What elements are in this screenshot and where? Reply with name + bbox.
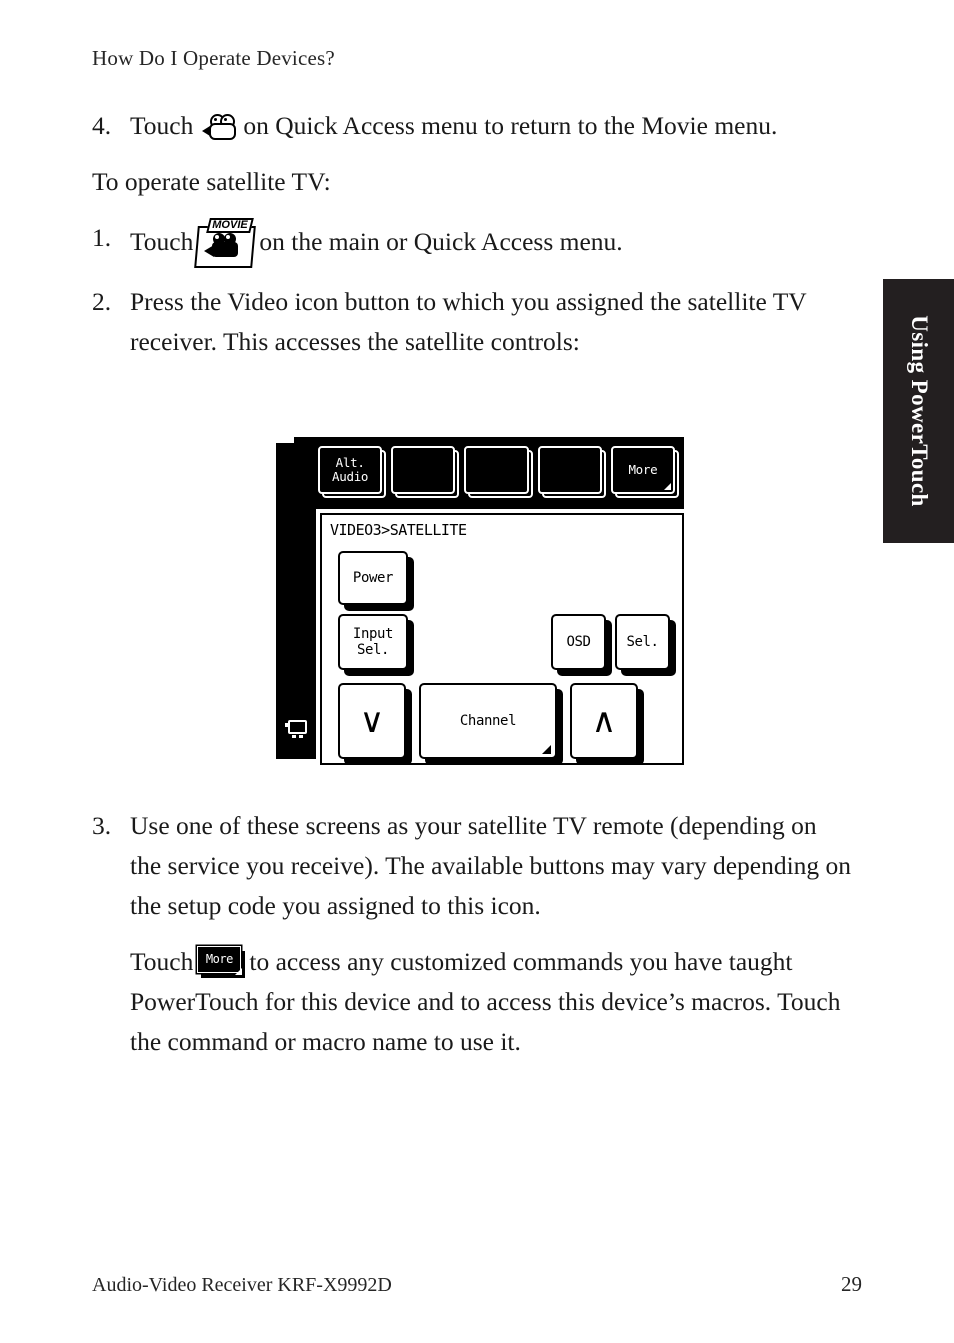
powertouch-lcd-figure: Alt. Audio More VIDEO3>SATELLITE Power I… xyxy=(276,437,684,765)
lcd-key-channel-down[interactable]: ∨ xyxy=(338,683,406,759)
key-label: Sel. xyxy=(626,634,659,650)
page-footer: Audio-Video Receiver KRF-X9992D 29 xyxy=(92,1272,862,1297)
section-tab-label: Using PowerTouch xyxy=(906,315,932,507)
list-item-step-4: 4. Touch on Quick Access menu to return t… xyxy=(92,106,852,146)
list-item-step-3: 3. Use one of these screens as your sate… xyxy=(92,806,852,926)
step4-text-after: on Quick Access menu to return to the Mo… xyxy=(243,111,778,140)
body-content: 4. Touch on Quick Access menu to return t… xyxy=(92,106,852,370)
key-label: More xyxy=(628,462,658,477)
key-face xyxy=(464,446,529,494)
camera-body xyxy=(209,123,237,140)
lead-in-paragraph: To operate satellite TV: xyxy=(92,167,331,196)
chevron-up-icon: ∧ xyxy=(591,702,617,740)
key-label: Power xyxy=(352,570,394,586)
movie-camera-outline-icon xyxy=(202,114,237,140)
lcd-key-channel[interactable]: Channel xyxy=(419,683,557,759)
key-label: More xyxy=(205,952,233,966)
list-item-step-2: 2. Press the Video icon button to which … xyxy=(92,282,852,362)
page-number: 29 xyxy=(841,1272,862,1296)
lcd-top-key-row: Alt. Audio More xyxy=(318,446,680,501)
camera-lens xyxy=(204,245,215,257)
body-content-lower: 3. Use one of these screens as your sate… xyxy=(92,806,852,1078)
movie-camera-solid-icon xyxy=(204,233,244,259)
lcd-key-sel[interactable]: Sel. xyxy=(615,614,670,670)
camera-body xyxy=(212,242,239,257)
camera-lens xyxy=(202,126,211,136)
footer-product-name: Audio-Video Receiver KRF-X9992D xyxy=(92,1274,392,1296)
submenu-corner-icon xyxy=(542,745,551,754)
step1-text-after: on the main or Quick Access menu. xyxy=(259,227,623,256)
lcd-top-key-empty-1[interactable] xyxy=(391,446,460,498)
lcd-key-power[interactable]: Power xyxy=(338,551,408,605)
movie-key-label: MOVIE xyxy=(212,219,249,231)
step1-text-before: Touch xyxy=(130,227,194,256)
lcd-key-input-sel[interactable]: Input Sel. xyxy=(338,614,408,670)
key-label: Alt. Audio xyxy=(332,455,369,484)
key-face xyxy=(391,446,456,494)
movie-key-cap: MOVIE xyxy=(206,218,255,233)
lcd-key-channel-up[interactable]: ∧ xyxy=(570,683,638,759)
step-number: 3. xyxy=(92,811,112,840)
lcd-panel-title: VIDEO3>SATELLITE xyxy=(330,521,467,539)
key-label: Channel xyxy=(459,713,517,729)
step4-text-before: Touch xyxy=(130,111,194,140)
step-number: 1. xyxy=(92,223,112,252)
manual-page: How Do I Operate Devices? 4. Touch on Qui… xyxy=(0,0,954,1343)
step-number: 2. xyxy=(92,287,112,316)
tv-foot-right xyxy=(299,735,303,738)
lcd-top-key-more[interactable]: More xyxy=(610,446,680,498)
lcd-panel: VIDEO3>SATELLITE Power Input Sel. OSD Se… xyxy=(320,513,684,765)
step-text: Touch MOVIE on the main or Quick Access me… xyxy=(130,218,852,268)
lcd-top-key-empty-3[interactable] xyxy=(537,446,606,498)
key-label: Input Sel. xyxy=(352,626,394,658)
lcd-key-osd[interactable]: OSD xyxy=(551,614,606,670)
submenu-corner-icon xyxy=(235,968,243,975)
step-text: Touch on Quick Access menu to return to t… xyxy=(130,106,852,146)
lcd-top-key-empty-2[interactable] xyxy=(464,446,533,498)
movie-key-icon: MOVIE xyxy=(194,218,257,268)
key-label: OSD xyxy=(566,634,591,650)
more-paragraph: Touch More to access any customized comman… xyxy=(130,942,852,1062)
tv-foot-left xyxy=(292,735,296,738)
tv-screen xyxy=(288,720,307,734)
lcd-chassis-corner xyxy=(294,437,316,515)
chevron-down-icon: ∨ xyxy=(359,702,385,740)
tv-monitor-icon xyxy=(285,720,307,739)
lcd-top-key-alt-audio[interactable]: Alt. Audio xyxy=(318,446,387,498)
key-face xyxy=(537,446,602,494)
key-face: Alt. Audio xyxy=(318,446,383,494)
tv-knob xyxy=(285,723,289,727)
step-text: Use one of these screens as your satelli… xyxy=(130,811,852,920)
list-item-step-1: 1. Touch MOVIE on the main or Quick Access… xyxy=(92,218,852,268)
submenu-corner-icon xyxy=(664,483,672,490)
more-text-before: Touch xyxy=(130,947,194,976)
more-key-icon: More xyxy=(197,946,246,978)
step-text: Press the Video icon button to which you… xyxy=(130,287,807,356)
step-number: 4. xyxy=(92,111,112,140)
running-head: How Do I Operate Devices? xyxy=(92,46,335,70)
section-tab-using-powertouch: Using PowerTouch xyxy=(883,279,954,543)
